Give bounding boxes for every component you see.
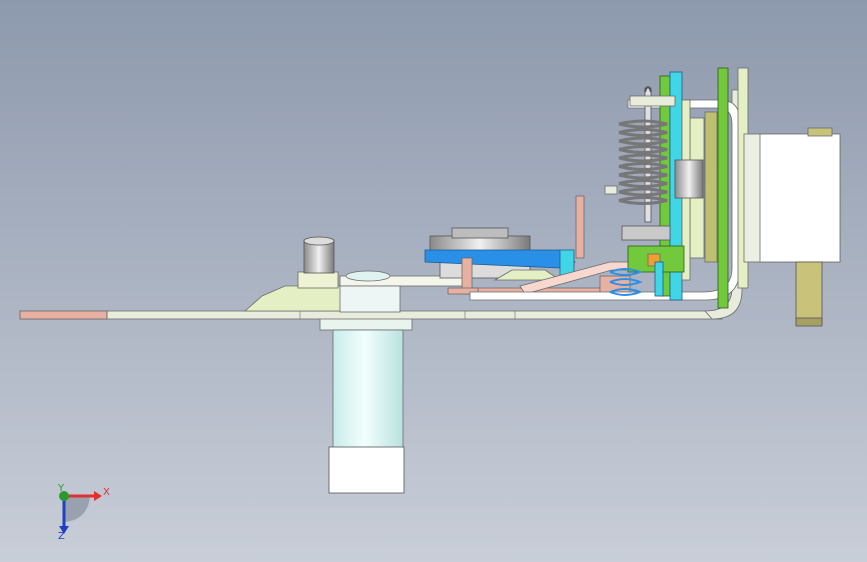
plate-end-tab[interactable] [19, 310, 108, 320]
terminal-tab[interactable] [795, 261, 823, 325]
lower-shaft-part[interactable] [319, 317, 413, 494]
shaft-end-block[interactable] [328, 446, 405, 494]
triad-z-label: Z [58, 531, 65, 542]
assembly-model-view[interactable] [0, 0, 867, 562]
cad-viewport[interactable]: X Y Z [0, 0, 867, 562]
triad-y-label: Y [58, 483, 65, 494]
triad-x-label: X [103, 487, 110, 498]
